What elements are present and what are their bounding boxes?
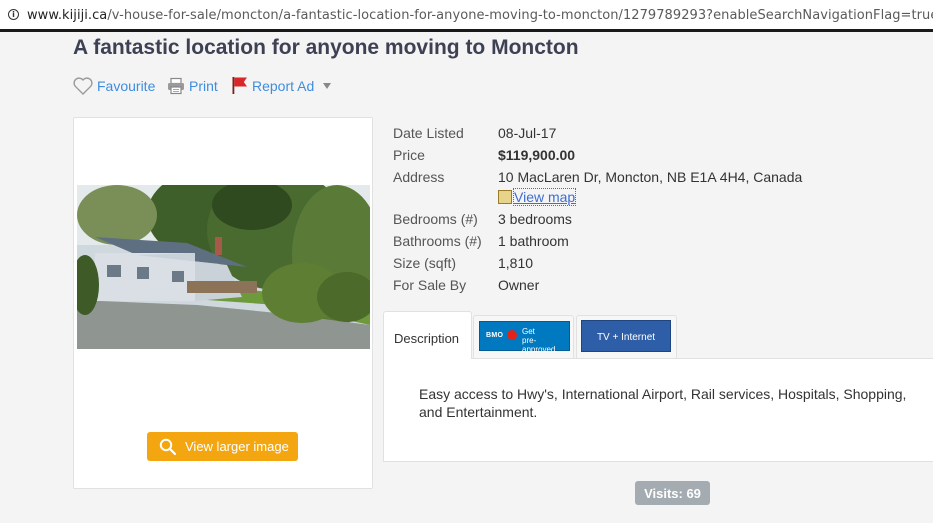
url-path: /v-house-for-sale/moncton/a-fantastic-lo… (107, 8, 933, 23)
view-larger-image-button[interactable]: View larger image (147, 432, 298, 461)
heart-icon (73, 77, 93, 95)
image-card: View larger image (73, 117, 373, 489)
house-photo (77, 185, 370, 349)
attr-label: Bedrooms (#) (393, 211, 478, 227)
tv-internet-banner: TV + Internet (581, 320, 671, 352)
print-label: Print (189, 78, 218, 94)
attr-label: Address (393, 169, 445, 185)
visits-badge: Visits: 69 (635, 481, 710, 505)
caret-down-icon[interactable] (323, 83, 331, 89)
visits-count: Visits: 69 (644, 486, 701, 501)
page-title: A fantastic location for anyone moving t… (73, 36, 579, 59)
bmo-brand: BMO (486, 332, 504, 339)
magnify-icon (159, 438, 177, 456)
tab-description-label: Description (394, 331, 460, 346)
info-icon[interactable]: i (8, 9, 19, 20)
attr-label: Date Listed (393, 125, 464, 141)
tv-internet-label: TV + Internet (596, 332, 656, 343)
attr-value: 3 bedrooms (498, 211, 572, 227)
url-host: www.kijiji.ca (27, 8, 108, 23)
flag-icon (232, 77, 247, 94)
attr-value: Owner (498, 277, 540, 293)
view-larger-image-label: View larger image (185, 439, 289, 454)
bmo-ad-line-2: pre-approved (522, 336, 556, 354)
listing-photo[interactable] (77, 185, 370, 349)
attr-value: 08-Jul-17 (498, 125, 557, 141)
tab-bmo-preapproval[interactable]: BMO Get pre-approved (473, 315, 574, 358)
bmo-ad-line-1: Get (522, 327, 535, 336)
attr-value: 1,810 (498, 255, 534, 271)
attr-label: For Sale By (393, 277, 467, 293)
attr-value: $119,900.00 (498, 147, 576, 163)
attr-value: 10 MacLaren Dr, Moncton, NB E1A 4H4, Can… (498, 169, 803, 185)
bmo-logo-icon (507, 330, 517, 340)
attr-label: Size (sqft) (393, 255, 457, 271)
favourite-label: Favourite (97, 78, 156, 94)
attr-value: 1 bathroom (498, 233, 569, 249)
url-text[interactable]: www.kijiji.ca/v-house-for-sale/moncton/a… (27, 8, 933, 23)
report-ad-label: Report Ad (252, 78, 315, 94)
bmo-ad-text: Get pre-approved (522, 327, 569, 354)
tab-tv-internet[interactable]: TV + Internet (576, 315, 677, 358)
address-bar[interactable]: i www.kijiji.ca/v-house-for-sale/moncton… (0, 0, 933, 32)
printer-icon (168, 77, 184, 95)
attr-label: Price (393, 147, 425, 163)
bmo-ad-banner: BMO Get pre-approved (479, 321, 570, 354)
map-icon (498, 190, 512, 204)
tab-description[interactable]: Description (383, 311, 472, 359)
attr-label: Bathrooms (#) (393, 233, 482, 249)
view-map-label: View map (512, 188, 577, 206)
description-text: Easy access to Hwy's, International Airp… (419, 386, 907, 420)
